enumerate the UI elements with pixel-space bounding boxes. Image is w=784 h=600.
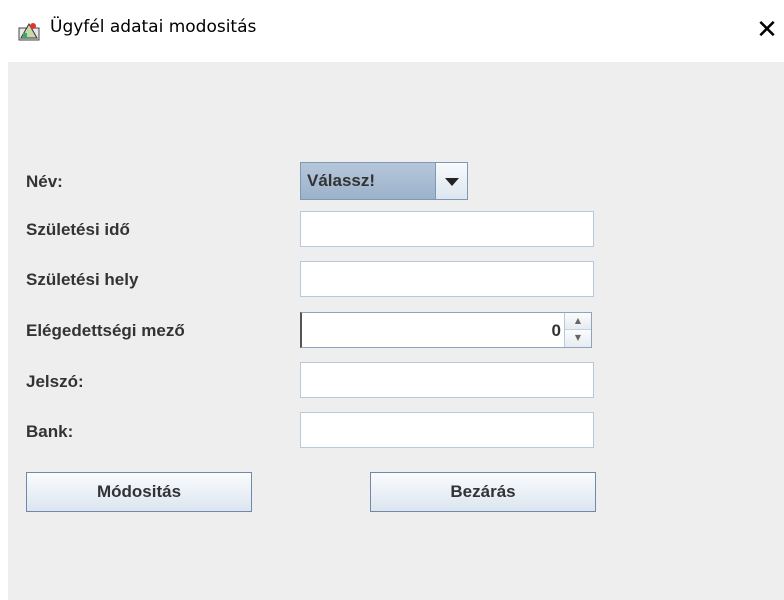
nev-label: Név: (26, 172, 63, 191)
spinner-buttons: ▲ ▼ (564, 313, 591, 347)
nev-combobox-value: Válassz! (307, 171, 376, 190)
elegedettsegi-label: Elégedettségi mező (26, 321, 185, 340)
java-app-icon (18, 20, 40, 42)
window-title: Ügyfél adatai modositás (50, 17, 257, 37)
jelszo-field[interactable] (300, 362, 594, 398)
spinner-up-icon[interactable]: ▲ (565, 313, 591, 330)
bank-label: Bank: (26, 422, 74, 441)
bank-field[interactable] (300, 412, 594, 448)
elegedettsegi-spinner[interactable]: 0 ▲ ▼ (300, 312, 592, 348)
szuletesi-hely-field[interactable] (300, 261, 594, 297)
elegedettsegi-value: 0 (551, 321, 561, 340)
title-bar: Ügyfél adatai modositás ✕ (0, 0, 784, 62)
szuletesi-hely-label: Születési hely (26, 270, 139, 289)
nev-combobox[interactable]: Válassz! (300, 162, 468, 200)
szuletesi-ido-field[interactable] (300, 211, 594, 247)
chevron-down-icon[interactable] (435, 163, 467, 199)
form-panel: Név: Válassz! Születési idő Születési he… (8, 62, 784, 600)
szuletesi-ido-label: Születési idő (26, 220, 130, 239)
close-icon[interactable]: ✕ (750, 14, 784, 48)
modositas-button[interactable]: Módositás (26, 472, 252, 512)
bezaras-button[interactable]: Bezárás (370, 472, 596, 512)
spinner-down-icon[interactable]: ▼ (565, 330, 591, 347)
jelszo-label: Jelszó: (26, 372, 84, 391)
